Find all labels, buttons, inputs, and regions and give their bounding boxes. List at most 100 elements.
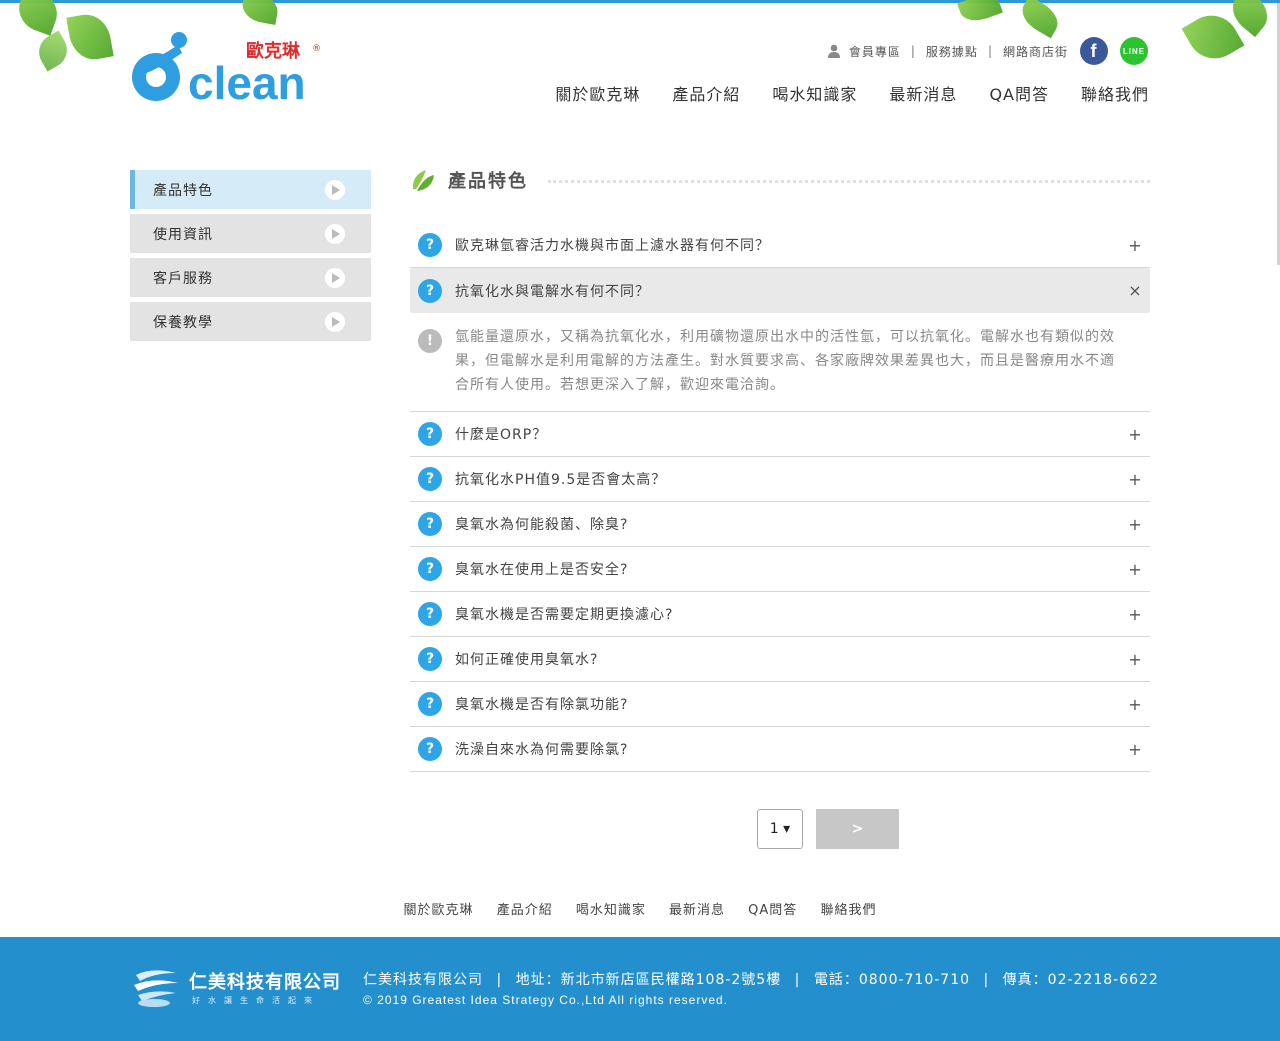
online-store-link[interactable]: 網路商店街 xyxy=(1003,43,1068,60)
sidebar-item-customer-service[interactable]: 客戶服務 xyxy=(130,258,371,297)
question-icon: ? xyxy=(418,512,442,536)
faq-question: 如何正確使用臭氧水? xyxy=(455,652,599,668)
faq-item[interactable]: ? 歐克琳氫睿活力水機與市面上濾水器有何不同？ + xyxy=(410,223,1150,268)
expand-icon[interactable]: + xyxy=(1128,470,1142,489)
question-icon: ? xyxy=(418,278,442,303)
service-locations-link[interactable]: 服務據點 xyxy=(926,43,978,60)
faq-item[interactable]: ? 什麼是ORP？ + xyxy=(410,412,1150,457)
nav-qa[interactable]: QA問答 xyxy=(989,81,1049,105)
expand-icon[interactable]: + xyxy=(1128,740,1142,759)
site-header: clean 歐克琳 ® 會員專區 | 服務據點 | 網路商店街 f LINE 關… xyxy=(0,3,1280,113)
sidebar-item-label: 產品特色 xyxy=(153,182,213,199)
sidebar-item-maintenance[interactable]: 保養教學 xyxy=(130,302,371,341)
member-icon xyxy=(827,44,840,58)
expand-icon[interactable]: + xyxy=(1128,695,1142,714)
nav-contact[interactable]: 聯絡我們 xyxy=(1081,81,1149,105)
faq-answer: ! 氫能量還原水，又稱為抗氧化水，利用礦物還原出水中的活性氫，可以抗氧化。電解水… xyxy=(410,313,1150,412)
expand-icon[interactable]: + xyxy=(1128,425,1142,444)
facebook-icon[interactable]: f xyxy=(1080,37,1108,65)
question-icon: ? xyxy=(418,602,442,626)
expand-icon[interactable]: + xyxy=(1128,605,1142,624)
company-slogan: 好水讓生命活起來 xyxy=(192,996,320,1005)
nav-news[interactable]: 最新消息 xyxy=(889,81,957,105)
svg-text:®: ® xyxy=(312,44,321,54)
logo-text-cn: 歐克琳 xyxy=(246,40,301,62)
faq-item[interactable]: ? 抗氧化水PH值9.5是否會太高？ + xyxy=(410,457,1150,502)
divider: | xyxy=(794,972,801,988)
faq-question: 抗氧化水與電解水有何不同？ xyxy=(455,283,650,300)
company-info: 仁美科技有限公司 | 地址：新北市新店區民權路108-2號5樓 | 電話：080… xyxy=(363,969,1159,989)
faq-item[interactable]: ? 如何正確使用臭氧水? + xyxy=(410,637,1150,682)
nav-products[interactable]: 產品介紹 xyxy=(672,81,740,105)
divider: | xyxy=(910,44,916,58)
logo-text-en: clean xyxy=(188,57,306,106)
company-phone: 電話：0800-710-710 xyxy=(813,972,971,988)
site-logo[interactable]: clean 歐克琳 ® xyxy=(130,31,325,109)
question-icon: ? xyxy=(418,467,442,491)
sidebar-item-label: 保養教學 xyxy=(153,314,213,331)
company-fax: 傳真：02-2218-6622 xyxy=(1002,972,1159,988)
copyright-text: © 2019 Greatest Idea Strategy Co.,Ltd Al… xyxy=(363,993,729,1007)
company-address: 地址：新北市新店區民權路108-2號5樓 xyxy=(515,972,782,988)
faq-item[interactable]: ? 臭氧水為何能殺菌、除臭? + xyxy=(410,502,1150,547)
play-arrow-icon xyxy=(325,223,345,244)
expand-icon[interactable]: + xyxy=(1128,560,1142,579)
question-icon: ? xyxy=(418,737,442,761)
footer-nav-about[interactable]: 關於歐克琳 xyxy=(404,903,474,918)
wave-logo-icon xyxy=(134,970,178,1007)
member-area-link[interactable]: 會員專區 xyxy=(849,43,901,60)
question-icon: ? xyxy=(418,647,442,671)
expand-icon[interactable]: + xyxy=(1128,515,1142,534)
faq-answer-text: 氫能量還原水，又稱為抗氧化水，利用礦物還原出水中的活性氫，可以抗氧化。電解水也有… xyxy=(455,329,1115,393)
nav-water-knowledge[interactable]: 喝水知識家 xyxy=(772,81,857,105)
faq-item-expanded[interactable]: ? 抗氧化水與電解水有何不同？ × xyxy=(410,268,1150,313)
faq-question: 臭氧水在使用上是否安全? xyxy=(455,562,629,578)
sidebar-item-usage-info[interactable]: 使用資訊 xyxy=(130,214,371,253)
footer-nav-news[interactable]: 最新消息 xyxy=(669,903,725,918)
collapse-icon[interactable]: × xyxy=(1128,281,1142,300)
faq-item[interactable]: ? 臭氧水機是否有除氯功能? + xyxy=(410,682,1150,727)
faq-question: 洗澡自來水為何需要除氯? xyxy=(455,742,629,758)
question-icon: ? xyxy=(418,557,442,581)
question-icon: ? xyxy=(418,422,442,446)
sidebar-item-label: 使用資訊 xyxy=(153,226,213,243)
sidebar: 產品特色 使用資訊 客戶服務 保養教學 xyxy=(130,170,371,346)
footer-nav: 關於歐克琳 產品介紹 喝水知識家 最新消息 QA問答 聯絡我們 xyxy=(0,899,1280,918)
faq-question: 臭氧水機是否需要定期更換濾心? xyxy=(455,607,674,623)
sidebar-item-label: 客戶服務 xyxy=(153,270,213,287)
divider: | xyxy=(987,44,993,58)
line-icon[interactable]: LINE xyxy=(1120,37,1148,65)
faq-question: 臭氧水為何能殺菌、除臭? xyxy=(455,517,629,533)
site-footer: 仁美科技有限公司 好水讓生命活起來 仁美科技有限公司 | 地址：新北市新店區民權… xyxy=(0,937,1280,1041)
exclamation-icon: ! xyxy=(418,329,442,353)
question-icon: ? xyxy=(418,692,442,716)
page-title: 產品特色 xyxy=(448,171,528,192)
company-name: 仁美科技有限公司 xyxy=(363,972,483,988)
faq-question: 什麼是ORP？ xyxy=(455,427,548,443)
next-page-button[interactable]: > xyxy=(816,809,899,849)
section-header: 產品特色 xyxy=(410,160,1150,200)
faq-question: 臭氧水機是否有除氯功能? xyxy=(455,697,629,713)
footer-nav-qa[interactable]: QA問答 xyxy=(748,903,797,918)
company-logo-text: 仁美科技有限公司 xyxy=(189,972,341,993)
faq-item[interactable]: ? 臭氧水在使用上是否安全? + xyxy=(410,547,1150,592)
company-logo: 仁美科技有限公司 好水讓生命活起來 xyxy=(132,965,347,1010)
faq-list: ? 歐克琳氫睿活力水機與市面上濾水器有何不同？ + ? 抗氧化水與電解水有何不同… xyxy=(410,223,1150,772)
divider: | xyxy=(983,972,990,988)
footer-nav-products[interactable]: 產品介紹 xyxy=(497,903,553,918)
divider: | xyxy=(496,972,503,988)
play-arrow-icon xyxy=(325,179,345,200)
expand-icon[interactable]: + xyxy=(1128,236,1142,255)
sidebar-item-product-features[interactable]: 產品特色 xyxy=(130,170,371,209)
nav-about[interactable]: 關於歐克琳 xyxy=(555,81,640,105)
expand-icon[interactable]: + xyxy=(1128,650,1142,669)
main-content: 產品特色 ? 歐克琳氫睿活力水機與市面上濾水器有何不同？ + ? 抗氧化水與電解… xyxy=(410,160,1150,772)
footer-nav-water-knowledge[interactable]: 喝水知識家 xyxy=(576,903,646,918)
faq-item[interactable]: ? 洗澡自來水為何需要除氯? + xyxy=(410,727,1150,772)
faq-item[interactable]: ? 臭氧水機是否需要定期更換濾心? + xyxy=(410,592,1150,637)
utility-links: 會員專區 | 服務據點 | 網路商店街 f LINE xyxy=(827,37,1148,65)
faq-question: 抗氧化水PH值9.5是否會太高？ xyxy=(455,472,667,488)
main-nav: 關於歐克琳 產品介紹 喝水知識家 最新消息 QA問答 聯絡我們 xyxy=(523,81,1149,105)
page-select[interactable]: 1 ▾ xyxy=(757,809,803,849)
footer-nav-contact[interactable]: 聯絡我們 xyxy=(820,903,876,918)
